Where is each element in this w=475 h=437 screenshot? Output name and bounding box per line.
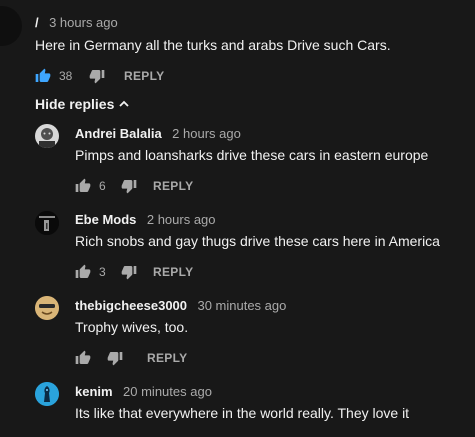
dislike-icon[interactable] bbox=[107, 350, 123, 366]
like-icon[interactable] bbox=[75, 264, 91, 280]
reply-text: Rich snobs and gay thugs drive these car… bbox=[75, 233, 440, 249]
chevron-up-icon bbox=[118, 98, 130, 110]
like-count: 38 bbox=[59, 69, 73, 83]
top-comment-header: / 3 hours ago bbox=[35, 14, 118, 32]
like-icon[interactable] bbox=[75, 350, 91, 366]
reply-text: Its like that everywhere in the world re… bbox=[75, 405, 410, 421]
reply-header: Andrei Balalia 2 hours ago bbox=[75, 125, 241, 143]
reply-actions: 6 REPLY bbox=[75, 176, 193, 196]
reply-time[interactable]: 2 hours ago bbox=[147, 212, 216, 227]
reply-text: Pimps and loansharks drive these cars in… bbox=[75, 147, 429, 163]
hide-replies-label: Hide replies bbox=[35, 96, 115, 112]
reply-actions: 3 REPLY bbox=[75, 262, 193, 282]
comment-actions: 38 REPLY bbox=[35, 66, 164, 86]
dislike-icon[interactable] bbox=[121, 178, 137, 194]
hide-replies-button[interactable]: Hide replies bbox=[35, 96, 130, 112]
top-comment-avatar[interactable] bbox=[0, 6, 22, 46]
reply-time[interactable]: 30 minutes ago bbox=[197, 298, 286, 313]
reply-actions: REPLY bbox=[75, 348, 187, 368]
comment-time[interactable]: 3 hours ago bbox=[49, 15, 118, 30]
reply-author[interactable]: thebigcheese3000 bbox=[75, 298, 187, 313]
comment-author[interactable]: / bbox=[35, 15, 39, 30]
like-icon[interactable] bbox=[35, 68, 51, 84]
reply-author[interactable]: kenim bbox=[75, 384, 113, 399]
reply-time[interactable]: 20 minutes ago bbox=[123, 384, 212, 399]
reply-header: Ebe Mods 2 hours ago bbox=[75, 211, 216, 229]
dislike-icon[interactable] bbox=[121, 264, 137, 280]
reply-avatar[interactable] bbox=[35, 124, 59, 148]
reply-button[interactable]: REPLY bbox=[153, 179, 193, 193]
reply-button[interactable]: REPLY bbox=[124, 69, 164, 83]
reply-header: thebigcheese3000 30 minutes ago bbox=[75, 297, 286, 315]
reply-avatar[interactable] bbox=[35, 382, 59, 406]
like-icon[interactable] bbox=[75, 178, 91, 194]
reply-button[interactable]: REPLY bbox=[153, 265, 193, 279]
reply-header: kenim 20 minutes ago bbox=[75, 383, 212, 401]
like-count: 6 bbox=[99, 179, 106, 193]
reply-author[interactable]: Ebe Mods bbox=[75, 212, 136, 227]
reply-button[interactable]: REPLY bbox=[147, 351, 187, 365]
reply-avatar[interactable] bbox=[35, 211, 59, 235]
reply-text: Trophy wives, too. bbox=[75, 319, 189, 335]
reply-author[interactable]: Andrei Balalia bbox=[75, 126, 162, 141]
dislike-icon[interactable] bbox=[89, 68, 105, 84]
reply-avatar[interactable] bbox=[35, 296, 59, 320]
like-count: 3 bbox=[99, 265, 106, 279]
reply-time[interactable]: 2 hours ago bbox=[172, 126, 241, 141]
comment-text: Here in Germany all the turks and arabs … bbox=[35, 37, 391, 53]
